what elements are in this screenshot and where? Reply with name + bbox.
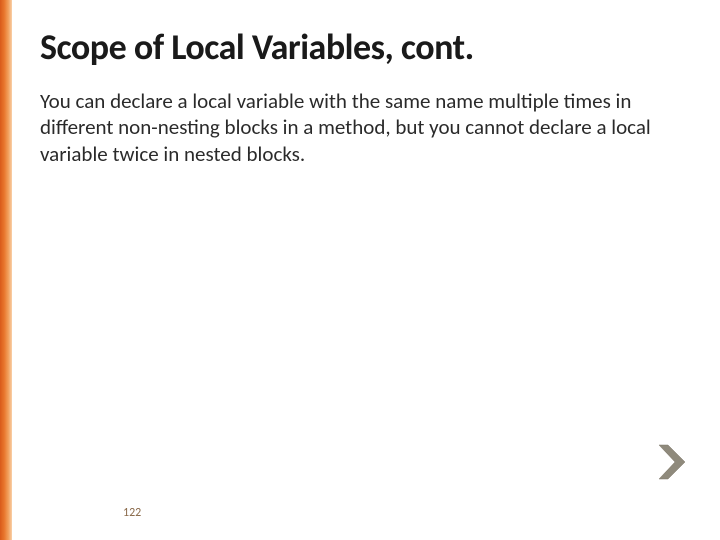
chevron-right-icon bbox=[658, 444, 688, 480]
slide-title: Scope of Local Variables, cont. bbox=[40, 28, 686, 68]
page-number: 122 bbox=[123, 506, 141, 520]
slide-body-text: You can declare a local variable with th… bbox=[40, 88, 670, 169]
accent-bar bbox=[0, 0, 12, 540]
slide-content: Scope of Local Variables, cont. You can … bbox=[12, 0, 720, 540]
